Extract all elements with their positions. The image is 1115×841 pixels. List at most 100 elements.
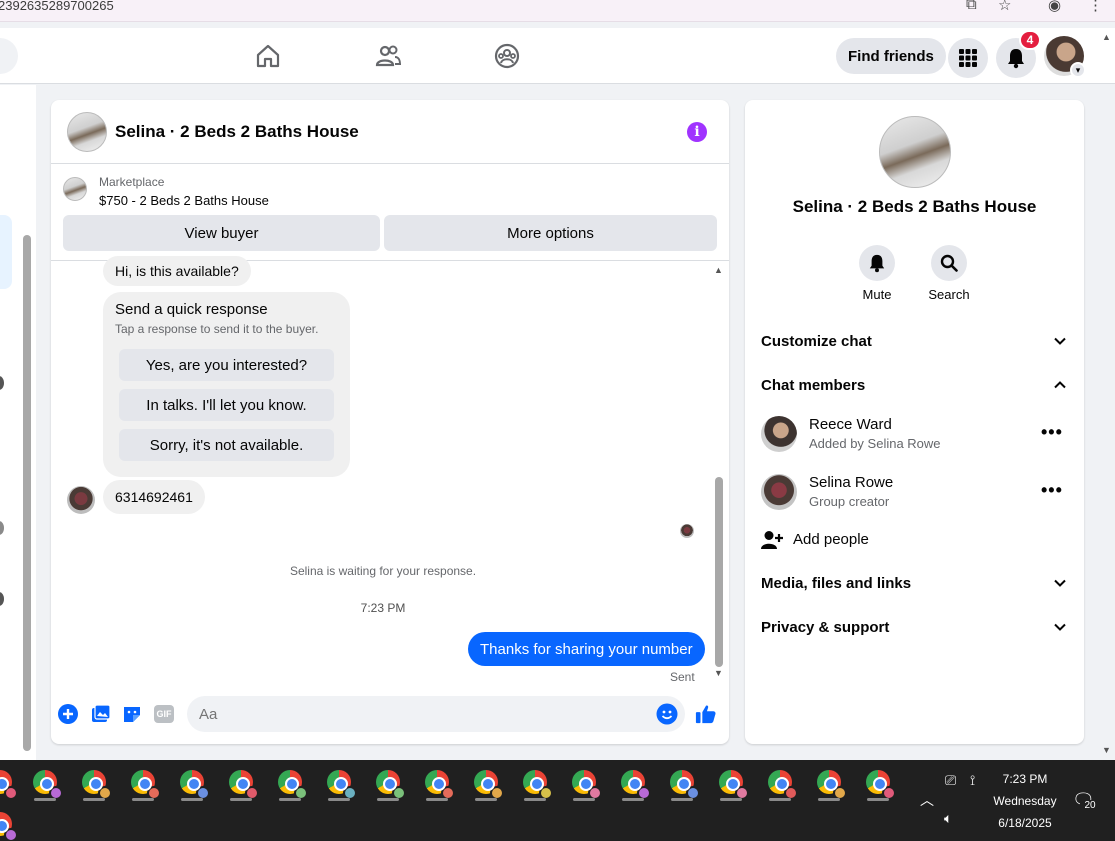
emoji-button[interactable] [656,703,678,725]
browser-bar: 2392635289700265 ⧉ ☆ ◉ ⋮ [0,0,1115,22]
mute-action[interactable]: Mute [847,245,907,302]
quick-response-button[interactable]: Sorry, it's not available. [119,429,334,461]
home-icon[interactable] [254,42,282,70]
marketplace-label: Marketplace [99,175,165,189]
chrome-icon[interactable] [376,770,406,800]
meet-now-icon[interactable]: ⎚ [945,772,956,789]
sticker-button[interactable] [121,703,143,725]
find-friends-button[interactable]: Find friends [836,38,946,74]
chat-list-avatar[interactable] [0,521,4,535]
chevron-down-icon [1054,623,1066,631]
chat-avatar[interactable] [67,112,107,152]
taskbar-indicator [279,798,301,801]
plus-circle-icon [58,704,78,724]
chat-list-avatar[interactable] [0,592,4,606]
network-icon[interactable]: ⟟ [970,772,975,789]
page-scroll-down-arrow[interactable]: ▼ [1102,745,1111,755]
member-row[interactable]: Reece Ward Added by Selina Rowe ••• [745,410,1084,460]
top-navigation: Find friends 4 ▾ [0,28,1115,84]
quick-response-button[interactable]: In talks. I'll let you know. [119,389,334,421]
chevron-up-icon[interactable]: ︿ [920,790,934,810]
more-options-button[interactable]: More options [384,215,717,251]
chrome-icon[interactable] [0,770,18,800]
message-text: Thanks for sharing your number [480,640,693,658]
chrome-icon[interactable] [82,770,112,800]
url-text[interactable]: 2392635289700265 [0,0,114,12]
taskbar-indicator [328,798,350,801]
customize-chat-label: Customize chat [761,333,872,350]
like-button[interactable] [695,703,717,725]
chat-list-avatar[interactable] [0,376,4,390]
details-avatar[interactable] [879,116,951,188]
install-app-icon[interactable]: ⧉ [966,0,977,13]
member-row[interactable]: Selina Rowe Group creator ••• [745,468,1084,518]
chrome-icon[interactable] [33,770,63,800]
taskbar-indicator [524,798,546,801]
chrome-icon[interactable] [425,770,455,800]
browser-menu-icon[interactable]: ⋮ [1088,0,1103,14]
taskbar-indicator [573,798,595,801]
attach-photo-button[interactable] [90,703,112,725]
message-input[interactable] [187,696,685,732]
quick-response-button[interactable]: Yes, are you interested? [119,349,334,381]
search-input[interactable] [0,38,18,74]
more-options-icon[interactable]: ••• [1041,422,1063,443]
chrome-icon[interactable] [131,770,161,800]
chevron-down-icon[interactable]: ▾ [1070,62,1086,78]
chat-list-scrollbar[interactable] [23,235,31,751]
chrome-icon[interactable] [719,770,749,800]
chat-members-row[interactable]: Chat members [745,368,1084,404]
volume-icon[interactable]: 🔈︎ [944,810,952,827]
chrome-icon[interactable] [670,770,700,800]
more-actions-button[interactable] [57,703,79,725]
chrome-icon[interactable] [572,770,602,800]
photo-icon [92,704,111,722]
clock-date[interactable]: 6/18/2025 [990,816,1060,830]
chrome-icon[interactable] [866,770,896,800]
menu-button[interactable] [948,38,988,78]
member-avatar[interactable] [761,416,797,452]
chrome-icon[interactable] [278,770,308,800]
search-icon [940,254,958,272]
notification-badge: 4 [1019,30,1041,50]
member-name: Selina Rowe [809,474,894,491]
chrome-icon[interactable] [817,770,847,800]
more-options-icon[interactable]: ••• [1041,480,1063,501]
chrome-icon[interactable] [180,770,210,800]
chat-title[interactable]: Selina · 2 Beds 2 Baths House [115,122,359,142]
chrome-icon[interactable] [327,770,357,800]
listing-thumbnail[interactable] [63,177,87,201]
sender-avatar[interactable] [67,486,95,514]
profile-icon[interactable]: ◉ [1048,0,1061,14]
search-action[interactable]: Search [919,245,979,302]
chrome-icon[interactable] [0,812,18,841]
chrome-icon[interactable] [229,770,259,800]
clock-day[interactable]: Wednesday [990,794,1060,808]
taskbar-indicator [475,798,497,801]
view-buyer-button[interactable]: View buyer [63,215,380,251]
bookmark-star-icon[interactable]: ☆ [998,0,1011,14]
quick-response-title: Send a quick response [115,301,268,318]
chrome-icon[interactable] [768,770,798,800]
clock-time[interactable]: 7:23 PM [990,772,1060,786]
scroll-up-arrow[interactable]: ▲ [714,265,723,275]
chrome-icon[interactable] [523,770,553,800]
add-people-row[interactable]: Add people [745,522,1084,558]
taskbar-indicator [83,798,105,801]
gif-button[interactable]: GIF [153,703,175,725]
privacy-support-row[interactable]: Privacy & support [745,610,1084,646]
friends-icon[interactable] [374,42,402,70]
page-scroll-up-arrow[interactable]: ▲ [1102,32,1111,42]
message-text: Hi, is this available? [115,263,239,279]
customize-chat-row[interactable]: Customize chat [745,324,1084,360]
chat-panel: Selina · 2 Beds 2 Baths House i Marketpl… [51,100,729,744]
chrome-icon[interactable] [621,770,651,800]
message-scrollbar[interactable] [715,477,723,667]
media-files-row[interactable]: Media, files and links [745,566,1084,602]
scroll-down-arrow[interactable]: ▼ [714,668,723,678]
groups-icon[interactable] [493,42,521,70]
listing-title[interactable]: $750 - 2 Beds 2 Baths House [99,193,269,208]
info-icon[interactable]: i [687,122,707,142]
member-avatar[interactable] [761,474,797,510]
chrome-icon[interactable] [474,770,504,800]
